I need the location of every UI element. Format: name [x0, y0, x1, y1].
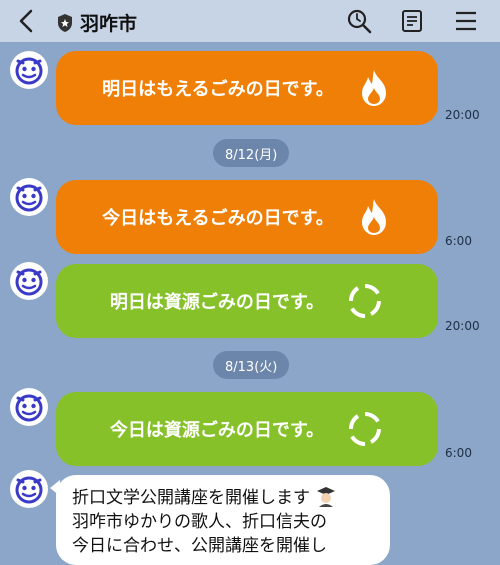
- graduate-emoji-icon: [317, 487, 336, 507]
- message-bubble[interactable]: 明日はもえるごみの日です。: [56, 51, 438, 125]
- mascot-icon: [15, 476, 43, 504]
- text-line: 今日に合わせ、公開講座を開催し: [72, 536, 327, 556]
- avatar[interactable]: [10, 388, 48, 426]
- message-time: 20:00: [445, 319, 480, 333]
- message-bubble[interactable]: 明日は資源ごみの日です。: [56, 264, 438, 338]
- search-button[interactable]: [344, 6, 374, 36]
- note-icon: [402, 10, 422, 32]
- text-message-bubble[interactable]: 折口文学公開講座を開催します 羽咋市ゆかりの歌人、折口信夫の 今日に合わせ、公開…: [56, 475, 390, 565]
- message-text: 明日は資源ごみの日です。: [109, 292, 325, 313]
- message-time: 20:00: [445, 108, 480, 122]
- text-line: 羽咋市ゆかりの歌人、折口信夫の: [72, 512, 327, 532]
- avatar[interactable]: [10, 51, 48, 89]
- mascot-icon: [15, 268, 43, 296]
- mascot-icon: [15, 184, 43, 212]
- avatar[interactable]: [10, 262, 48, 300]
- date-separator: 8/13(火): [213, 351, 290, 379]
- recycle-icon: [349, 411, 382, 447]
- chat-title: 羽咋市: [80, 13, 138, 35]
- message-bubble[interactable]: 今日はもえるごみの日です。: [56, 180, 438, 254]
- chevron-left-icon: [19, 9, 33, 33]
- message-text: 明日はもえるごみの日です。: [102, 79, 334, 100]
- mascot-icon: [15, 57, 43, 85]
- chat-title-area: 羽咋市: [56, 9, 137, 36]
- notes-button[interactable]: [397, 6, 427, 36]
- recycle-icon: [349, 283, 382, 319]
- message-text: 今日はもえるごみの日です。: [102, 208, 334, 229]
- chat-header: 羽咋市: [0, 0, 500, 42]
- message-bubble[interactable]: 今日は資源ごみの日です。: [56, 392, 438, 466]
- message-time: 6:00: [445, 446, 472, 460]
- menu-icon: [456, 11, 476, 31]
- avatar[interactable]: [10, 178, 48, 216]
- flame-icon: [361, 70, 386, 106]
- search-icon: [347, 9, 372, 34]
- date-separator: 8/12(月): [213, 139, 290, 167]
- avatar[interactable]: [10, 470, 48, 508]
- text-line: 折口文学公開講座を開催します: [72, 485, 374, 510]
- back-button[interactable]: [12, 6, 42, 36]
- mascot-icon: [15, 394, 43, 422]
- message-text: 今日は資源ごみの日です。: [109, 420, 325, 441]
- menu-button[interactable]: [451, 6, 481, 36]
- flame-icon: [361, 199, 386, 235]
- shield-icon: [58, 13, 72, 32]
- message-time: 6:00: [445, 234, 472, 248]
